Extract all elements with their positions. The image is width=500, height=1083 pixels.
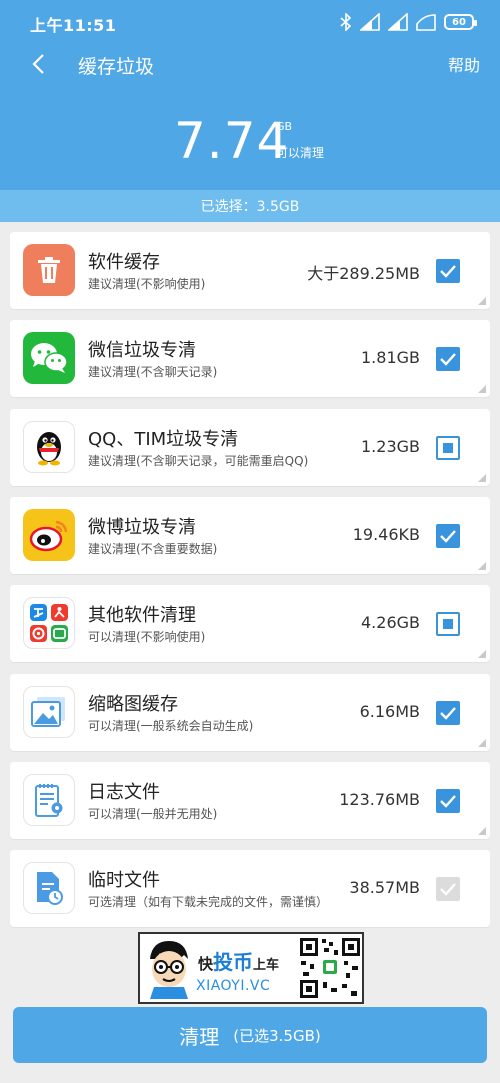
item-checkbox[interactable]	[436, 259, 460, 283]
list-item-qq-tim[interactable]: QQ、TIM垃圾专清 建议清理(不含聊天记录，可能需重启QQ) 1.23GB	[10, 409, 490, 486]
watermark-text: 快投币上车 XIAOYI.VC	[196, 934, 292, 1002]
watermark-highlight: 投币	[213, 950, 254, 974]
page-title: 缓存垃圾	[78, 56, 155, 78]
item-checkbox[interactable]	[436, 877, 460, 901]
watermark-suffix: 上车	[253, 958, 280, 973]
checkmark-icon	[440, 353, 456, 366]
back-button[interactable]	[22, 48, 54, 80]
item-subtitle: 建议清理(不影响使用)	[88, 277, 206, 291]
watermark-prefix: 快	[198, 955, 214, 973]
bluetooth-icon	[340, 13, 352, 31]
cleanable-summary: 7.74 GB 可以清理	[0, 112, 500, 172]
item-subtitle: 可以清理(一般并无用处)	[88, 807, 218, 821]
corner-mark	[478, 827, 486, 835]
status-icons: 60	[340, 12, 477, 32]
app-grid-icon	[23, 597, 75, 649]
item-title: 微博垃圾专清	[88, 517, 196, 538]
corner-mark	[478, 474, 486, 482]
log-file-icon	[23, 774, 75, 826]
trash-icon	[23, 244, 75, 296]
list-item-temp-files[interactable]: 临时文件 可选清理（如有下载未完成的文件，需谨慎） 38.57MB	[10, 850, 490, 927]
battery-icon: 60	[444, 14, 477, 30]
selected-total-text: 已选择：3.5GB	[200, 199, 300, 215]
corner-mark	[478, 297, 486, 305]
nav-bar: 缓存垃圾 帮助	[0, 44, 500, 84]
temp-file-icon	[23, 862, 75, 914]
item-subtitle: 可以清理(不影响使用)	[88, 630, 206, 644]
cleanable-caption: 可以清理	[276, 146, 325, 160]
status-time: 上午11:51	[30, 16, 117, 35]
watermark-site: XIAOYI.VC	[196, 978, 271, 994]
item-size: 19.46KB	[352, 525, 420, 544]
cleanable-unit: GB	[276, 120, 293, 133]
list-item-weibo[interactable]: 微博垃圾专清 建议清理(不含重要数据) 19.46KB	[10, 497, 490, 574]
item-checkbox[interactable]	[436, 612, 460, 636]
item-title: 日志文件	[88, 782, 160, 803]
item-subtitle: 建议清理(不含聊天记录，可能需重启QQ)	[88, 454, 309, 468]
item-size: 1.81GB	[361, 348, 420, 367]
item-checkbox[interactable]	[436, 347, 460, 371]
clean-button-selected: (已选3.5GB)	[233, 1026, 321, 1045]
item-subtitle: 建议清理(不含重要数据)	[88, 542, 218, 556]
item-title: 其他软件清理	[88, 605, 196, 626]
item-size: 123.76MB	[339, 790, 420, 809]
list-item-software-cache[interactable]: 软件缓存 建议清理(不影响使用) 大于289.25MB	[10, 232, 490, 309]
list-item-log-files[interactable]: 日志文件 可以清理(一般并无用处) 123.76MB	[10, 762, 490, 839]
item-title: 软件缓存	[88, 252, 160, 273]
chevron-left-icon	[32, 54, 44, 74]
item-title: 临时文件	[88, 870, 160, 891]
item-checkbox[interactable]	[436, 524, 460, 548]
item-checkbox[interactable]	[436, 789, 460, 813]
corner-mark	[478, 739, 486, 747]
item-size: 6.16MB	[359, 702, 420, 721]
watermark-slogan: 快投币上车	[198, 946, 279, 975]
item-subtitle: 可选清理（如有下载未完成的文件，需谨慎）	[88, 895, 329, 909]
item-title: 微信垃圾专清	[88, 340, 196, 361]
signal-icon-2	[388, 13, 408, 31]
checkmark-icon	[440, 795, 456, 808]
checkmark-icon	[440, 883, 456, 896]
item-subtitle: 可以清理(一般系统会自动生成)	[88, 719, 254, 733]
selected-total-bar: 已选择：3.5GB	[0, 190, 500, 222]
corner-mark	[478, 650, 486, 658]
signal-icon	[360, 13, 380, 31]
item-size: 大于289.25MB	[307, 264, 420, 283]
checkmark-icon	[440, 530, 456, 543]
help-button[interactable]: 帮助	[448, 52, 480, 76]
checkmark-icon	[440, 707, 456, 720]
watermark-banner: 快投币上车 XIAOYI.VC	[138, 932, 364, 1004]
cleanable-size: 7.74	[174, 112, 290, 170]
checkmark-icon	[440, 265, 456, 278]
clean-button-label: 清理	[179, 1024, 220, 1049]
cartoon-face-icon	[142, 934, 196, 1002]
image-icon	[23, 686, 75, 738]
list-item-other-apps[interactable]: 其他软件清理 可以清理(不影响使用) 4.26GB	[10, 585, 490, 662]
item-subtitle: 建议清理(不含聊天记录)	[88, 365, 218, 379]
item-checkbox[interactable]	[436, 701, 460, 725]
qq-penguin-icon	[23, 421, 75, 473]
item-title: QQ、TIM垃圾专清	[88, 429, 239, 450]
qr-code-icon	[298, 936, 362, 1000]
header: 上午11:51 60 缓存垃圾 帮助 7.74 GB 可以清理	[0, 0, 500, 190]
item-title: 缩略图缓存	[88, 694, 178, 715]
list-item-thumbnails[interactable]: 缩略图缓存 可以清理(一般系统会自动生成) 6.16MB	[10, 674, 490, 751]
item-size: 38.57MB	[349, 878, 420, 897]
corner-mark	[478, 562, 486, 570]
list-item-wechat[interactable]: 微信垃圾专清 建议清理(不含聊天记录) 1.81GB	[10, 320, 490, 397]
item-size: 1.23GB	[361, 437, 420, 456]
status-bar: 上午11:51 60	[0, 0, 500, 44]
clean-button[interactable]: 清理 (已选3.5GB)	[13, 1007, 487, 1063]
corner-mark	[478, 385, 486, 393]
wifi-icon	[416, 13, 436, 31]
wechat-icon	[23, 332, 75, 384]
weibo-icon	[23, 509, 75, 561]
item-checkbox[interactable]	[436, 436, 460, 460]
item-size: 4.26GB	[361, 613, 420, 632]
